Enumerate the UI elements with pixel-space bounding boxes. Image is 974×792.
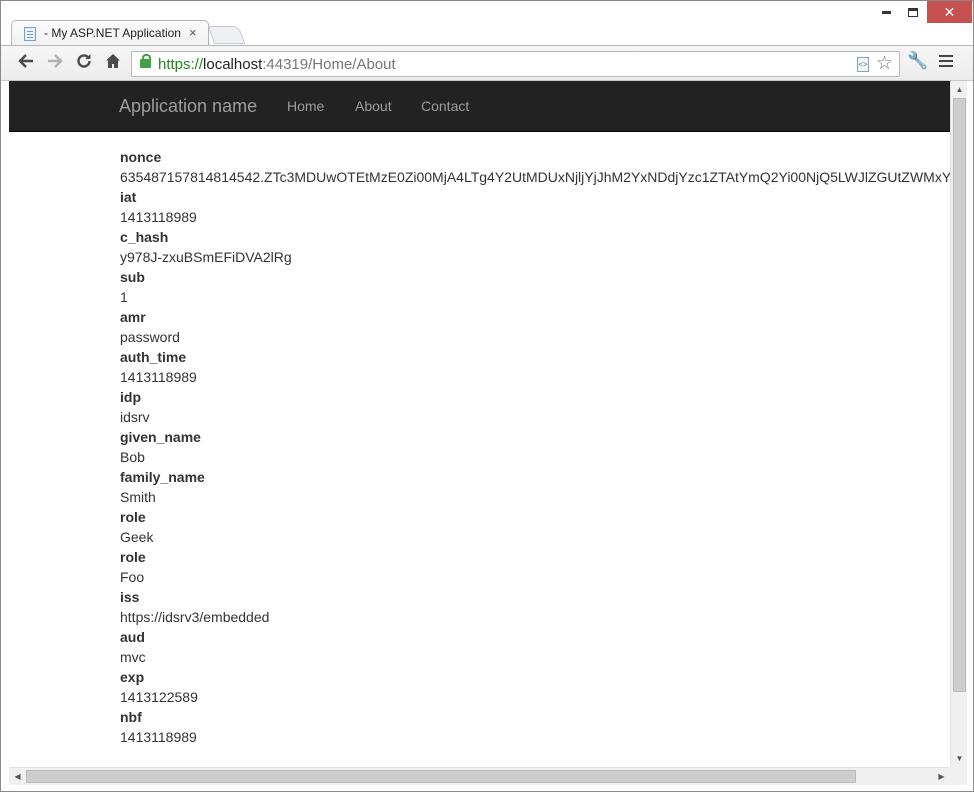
claim-type: exp <box>120 669 145 685</box>
claim-item: iss https://idsrv3/embedded <box>120 587 950 627</box>
claim-type: iat <box>120 189 137 205</box>
claim-value: Smith <box>120 489 156 505</box>
menu-icon[interactable] <box>939 55 953 69</box>
claim-type: aud <box>120 629 145 645</box>
claim-item: role Geek <box>120 507 950 547</box>
claim-value: 1413118989 <box>120 729 197 745</box>
claim-value: 1 <box>120 289 128 305</box>
nav-link-contact[interactable]: Contact <box>421 98 469 114</box>
claim-type: sub <box>120 269 145 285</box>
vertical-scroll-thumb[interactable] <box>953 98 966 692</box>
claim-item: family_name Smith <box>120 467 950 507</box>
vertical-scrollbar[interactable]: ▲ ▼ <box>950 81 967 767</box>
horizontal-scrollbar[interactable]: ◀ ▶ <box>9 767 950 785</box>
claim-type: c_hash <box>120 229 169 245</box>
scroll-down-arrow-icon[interactable]: ▼ <box>951 750 968 767</box>
wrench-icon[interactable]: 🔧 <box>906 51 930 71</box>
scroll-up-arrow-icon[interactable]: ▲ <box>951 81 968 98</box>
claim-type: iss <box>120 589 140 605</box>
tab-close-icon[interactable]: × <box>189 25 197 40</box>
claim-item: role Foo <box>120 547 950 587</box>
claim-value: password <box>120 329 180 345</box>
claim-value: 1413118989 <box>120 209 197 225</box>
claim-item: nonce 635487157814814542.ZTc3MDUwOTEtMzE0… <box>120 147 950 187</box>
claim-type: given_name <box>120 429 201 445</box>
page-viewport: Application name Home About Contact nonc… <box>9 81 950 767</box>
minimize-icon <box>881 11 891 15</box>
scroll-right-arrow-icon[interactable]: ▶ <box>933 768 950 785</box>
claim-value: 1413122589 <box>120 689 198 705</box>
browser-tab[interactable]: - My ASP.NET Application × <box>11 20 209 46</box>
claim-value: 635487157814814542.ZTc3MDUwOTEtMzE0Zi00M… <box>120 169 950 185</box>
claim-type: role <box>120 509 146 525</box>
address-bar[interactable]: https://localhost:44319/Home/About <> ☆ <box>131 51 900 77</box>
claim-item: iat 1413118989 <box>120 187 950 227</box>
lock-icon <box>140 54 151 68</box>
url-text[interactable]: https://localhost:44319/Home/About <box>158 56 396 73</box>
claim-type: role <box>120 549 146 565</box>
brand-link[interactable]: Application name <box>119 96 257 117</box>
close-window-button[interactable]: ✕ <box>927 1 972 23</box>
claim-value: y978J-zxuBSmEFiDVA2lRg <box>120 249 292 265</box>
claim-value: https://idsrv3/embedded <box>120 609 270 625</box>
claim-value: Bob <box>120 449 145 465</box>
claim-value: idsrv <box>120 409 150 425</box>
claim-item: c_hash y978J-zxuBSmEFiDVA2lRg <box>120 227 950 267</box>
star-icon[interactable]: ☆ <box>876 52 893 75</box>
forward-arrow-icon[interactable] <box>43 52 67 76</box>
claim-value: Foo <box>120 569 145 585</box>
claim-type: idp <box>120 389 141 405</box>
maximize-icon <box>908 8 918 18</box>
claim-item: exp 1413122589 <box>120 667 950 707</box>
claim-item: given_name Bob <box>120 427 950 467</box>
maximize-button[interactable] <box>900 1 926 23</box>
reload-icon[interactable] <box>72 52 96 76</box>
tab-title: - My ASP.NET Application <box>44 26 181 40</box>
claims-list: nonce 635487157814814542.ZTc3MDUwOTEtMzE0… <box>120 147 950 747</box>
claim-item: idp idsrv <box>120 387 950 427</box>
app-navbar: Application name Home About Contact <box>9 81 950 132</box>
browser-toolbar: https://localhost:44319/Home/About <> ☆ … <box>1 45 973 81</box>
page-favicon-icon <box>24 27 36 41</box>
nav-link-about[interactable]: About <box>355 98 392 114</box>
claim-item: aud mvc <box>120 627 950 667</box>
claim-item: auth_time 1413118989 <box>120 347 950 387</box>
browser-window: - My ASP.NET Application × ✕ https://loc… <box>0 0 974 792</box>
home-icon[interactable] <box>101 52 125 76</box>
scroll-left-arrow-icon[interactable]: ◀ <box>9 768 26 785</box>
horizontal-scroll-thumb[interactable] <box>26 770 856 783</box>
claim-value: Geek <box>120 529 154 545</box>
new-tab-button[interactable] <box>207 26 246 44</box>
claim-type: auth_time <box>120 349 187 365</box>
claim-type: nbf <box>120 709 142 725</box>
minimize-button[interactable] <box>873 1 899 23</box>
claim-value: 1413118989 <box>120 369 197 385</box>
title-bar: - My ASP.NET Application × ✕ <box>1 1 973 46</box>
claim-value: mvc <box>120 649 146 665</box>
claim-item: amr password <box>120 307 950 347</box>
nav-link-home[interactable]: Home <box>287 98 324 114</box>
close-icon: ✕ <box>943 4 956 20</box>
scrollbar-corner <box>950 767 967 785</box>
claim-type: amr <box>120 309 146 325</box>
claim-item: nbf 1413118989 <box>120 707 950 747</box>
back-arrow-icon[interactable] <box>14 52 38 76</box>
claim-type: family_name <box>120 469 205 485</box>
page-action-icon[interactable]: <> <box>857 57 869 72</box>
claim-item: sub 1 <box>120 267 950 307</box>
claim-type: nonce <box>120 149 162 165</box>
